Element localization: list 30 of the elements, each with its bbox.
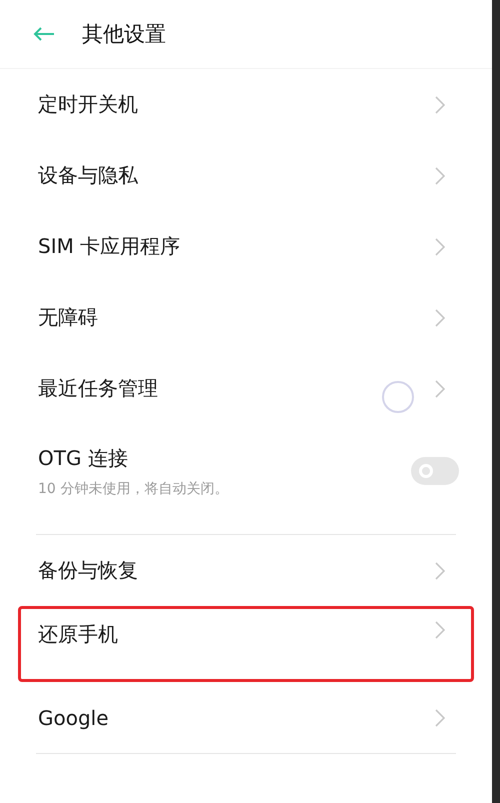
chevron-icon xyxy=(435,238,445,256)
item-label: 还原手机 xyxy=(38,621,118,648)
item-label: 定时开关机 xyxy=(38,91,138,118)
toggle-switch[interactable] xyxy=(411,457,459,485)
chevron-icon xyxy=(435,562,445,580)
touch-indicator-icon xyxy=(381,380,415,414)
settings-item[interactable]: 定时开关机 xyxy=(18,69,474,140)
item-label: SIM 卡应用程序 xyxy=(38,233,180,260)
chevron-icon xyxy=(435,708,445,726)
settings-item[interactable]: 最近任务管理 xyxy=(18,353,474,424)
item-label: 备份与恢复 xyxy=(38,557,138,584)
item-label: 设备与隐私 xyxy=(38,162,138,189)
settings-item[interactable]: SIM 卡应用程序 xyxy=(18,211,474,282)
settings-item[interactable]: 备份与恢复 xyxy=(18,535,474,606)
item-subtitle: 10 分钟未使用，将自动关闭。 xyxy=(38,480,228,498)
settings-item[interactable]: 无障碍 xyxy=(18,282,474,353)
chevron-icon xyxy=(435,96,445,114)
item-label: Google xyxy=(38,706,109,730)
chevron-icon xyxy=(435,380,445,398)
chevron-icon xyxy=(435,308,445,326)
settings-item[interactable]: 设备与隐私 xyxy=(18,140,474,211)
chevron-icon xyxy=(435,166,445,184)
item-label: 最近任务管理 xyxy=(38,375,158,402)
page-title: 其他设置 xyxy=(82,21,166,48)
highlight-frame[interactable]: 还原手机 xyxy=(18,606,474,682)
item-label: OTG 连接 xyxy=(38,444,129,472)
back-icon[interactable] xyxy=(32,26,56,42)
item-label: 无障碍 xyxy=(38,304,98,331)
chevron-icon xyxy=(435,621,445,639)
settings-item[interactable]: Google xyxy=(18,682,474,753)
